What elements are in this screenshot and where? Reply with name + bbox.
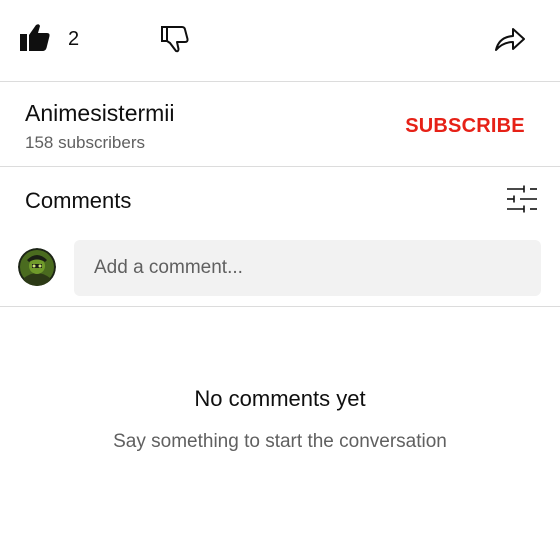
like-count: 2 (68, 28, 80, 50)
comment-input[interactable]: Add a comment... (74, 240, 541, 296)
comment-input-placeholder: Add a comment... (94, 257, 243, 278)
empty-state-subtitle: Say something to start the conversation (113, 431, 447, 452)
subscribe-button[interactable]: SUBSCRIBE (398, 110, 532, 142)
thumbs-down-icon[interactable] (158, 23, 190, 55)
empty-state-title: No comments yet (194, 386, 366, 411)
divider (0, 81, 560, 82)
divider (0, 306, 560, 307)
divider (0, 166, 560, 167)
user-avatar (18, 248, 56, 286)
action-bar: 2 (0, 0, 560, 80)
share-icon[interactable] (493, 24, 527, 54)
comments-heading: Comments (25, 188, 132, 213)
sort-icon[interactable] (504, 183, 540, 215)
subscriber-count: 158 subscribers (25, 133, 146, 152)
thumbs-up-icon[interactable] (18, 22, 52, 54)
channel-name[interactable]: Animesistermii (25, 99, 175, 127)
